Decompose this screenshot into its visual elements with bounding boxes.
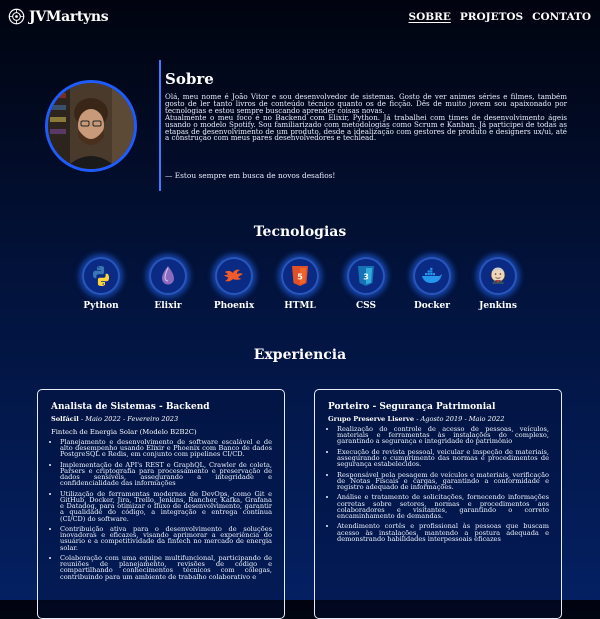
job-title: Porteiro - Segurança Patrimonial xyxy=(328,402,496,412)
tech-circle xyxy=(215,257,253,295)
tech-label: HTML xyxy=(284,301,316,311)
job-company: Solfácil xyxy=(51,415,79,423)
tech-label: Phoenix xyxy=(213,301,255,311)
list-item: Análise e tratamento de solicitações, fo… xyxy=(337,494,549,519)
experience-section-title: Experiencia xyxy=(253,347,347,363)
about-paragraph: Olá, meu nome é João Vitor e sou desenvo… xyxy=(165,92,567,115)
list-item: Contribuição ativa para o desenvolviment… xyxy=(60,526,272,551)
job-description: Fintech de Energia Solar (Modelo B2B2C) xyxy=(51,428,197,436)
tech-section-title: Tecnologias xyxy=(253,224,347,240)
list-item: Execução de revista pessoal, veicular e … xyxy=(337,449,549,468)
jenkins-icon xyxy=(490,267,506,284)
docker-icon xyxy=(422,267,442,283)
css3-icon: 3 xyxy=(358,266,374,286)
list-item: Implementação de API's REST e GraphQL, C… xyxy=(60,462,272,487)
python-icon xyxy=(93,266,109,286)
tech-circle: 3 xyxy=(347,257,385,295)
about-paragraph: Atualmente o meu foco é no Backend com E… xyxy=(165,112,567,143)
tech-label: Python xyxy=(83,301,119,311)
tech-circle xyxy=(413,257,451,295)
svg-text:3: 3 xyxy=(363,273,369,282)
tech-item-css[interactable]: 3 CSS xyxy=(336,257,396,311)
job-title: Analista de Sistemas - Backend xyxy=(51,402,210,412)
tech-label: Jenkins xyxy=(479,301,517,311)
nav-link-sobre[interactable]: SOBRE xyxy=(408,11,450,23)
tech-item-phoenix[interactable]: Phoenix xyxy=(204,257,264,311)
list-item: Utilização de ferramentas modernas de De… xyxy=(60,490,272,521)
elixir-icon xyxy=(162,266,174,285)
top-navbar: JVMartyns SOBRE PROJETOS CONTATO xyxy=(0,0,600,36)
logo-icon xyxy=(8,8,25,25)
nav-link-projetos[interactable]: PROJETOS xyxy=(460,11,523,23)
logo-text: JVMartyns xyxy=(29,8,109,25)
tech-label: Docker xyxy=(414,301,450,311)
html5-icon: 5 xyxy=(292,266,308,286)
tech-item-docker[interactable]: Docker xyxy=(402,257,462,311)
experience-card: Porteiro - Segurança Patrimonial Grupo P… xyxy=(314,389,562,619)
list-item: Planejamento e desenvolvimento de softwa… xyxy=(60,439,272,458)
about-quote: — Estou sempre em busca de novos desafio… xyxy=(165,171,336,180)
main-nav: SOBRE PROJETOS CONTATO xyxy=(399,11,591,23)
job-responsibilities: Planejamento e desenvolvimento de softwa… xyxy=(51,439,272,580)
tech-circle xyxy=(82,257,120,295)
job-period: Maio 2022 - Fevereiro 2023 xyxy=(85,415,179,423)
nav-link-contato[interactable]: CONTATO xyxy=(532,11,591,23)
tech-item-jenkins[interactable]: Jenkins xyxy=(468,257,528,311)
job-company: Grupo Preserve Liserve xyxy=(328,415,415,423)
job-meta: Solfácil - Maio 2022 - Fevereiro 2023 xyxy=(51,415,179,423)
logo[interactable]: JVMartyns xyxy=(8,8,109,25)
about-text: Olá, meu nome é João Vitor e sou desenvo… xyxy=(165,92,567,143)
list-item: Colaboração com uma equipe multifunciona… xyxy=(60,555,272,580)
job-period: Agosto 2019 - Maio 2022 xyxy=(420,415,505,423)
list-item: Realização do controle de acesso de pess… xyxy=(337,426,549,445)
about-title: Sobre xyxy=(165,70,214,88)
experience-card: Analista de Sistemas - Backend Solfácil … xyxy=(37,389,285,619)
tech-list: Python Elixir Phoenix 5 HTML 3 CSS Docke… xyxy=(0,257,600,317)
tech-circle xyxy=(479,257,517,295)
phoenix-icon xyxy=(224,269,243,282)
about-divider xyxy=(159,60,161,191)
tech-circle xyxy=(149,257,187,295)
tech-label: Elixir xyxy=(154,301,182,311)
tech-item-python[interactable]: Python xyxy=(71,257,131,311)
list-item: Responsável pela pesagem de veículos e m… xyxy=(337,471,549,490)
avatar xyxy=(45,80,137,172)
tech-item-html[interactable]: 5 HTML xyxy=(270,257,330,311)
job-responsibilities: Realização do controle de acesso de pess… xyxy=(328,426,549,542)
svg-text:5: 5 xyxy=(297,273,303,282)
job-meta: Grupo Preserve Liserve - Agosto 2019 - M… xyxy=(328,415,505,423)
list-item: Atendimento cortês e profissional às pes… xyxy=(337,523,549,542)
tech-label: CSS xyxy=(356,301,376,311)
tech-item-elixir[interactable]: Elixir xyxy=(138,257,198,311)
tech-circle: 5 xyxy=(281,257,319,295)
avatar-portrait xyxy=(48,83,134,169)
